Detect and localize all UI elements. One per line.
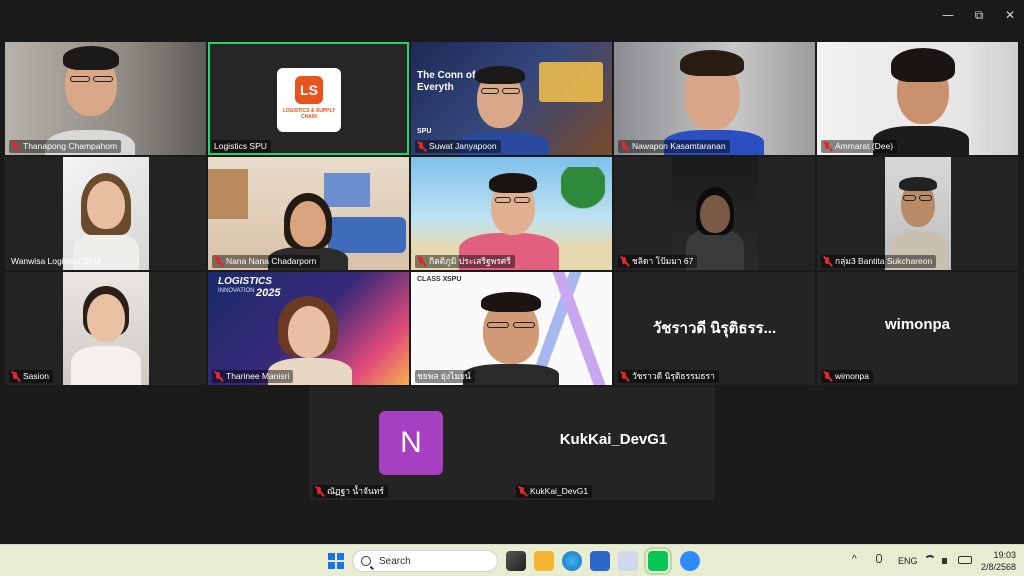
mic-muted-icon	[620, 141, 629, 152]
participant-tile[interactable]: The Conn of Everyth SPU Suwat Janyapoon	[411, 42, 612, 155]
zoom-app-icon[interactable]	[680, 551, 700, 571]
participant-name-label: กิตติภูมิ ประเสริฐพรศรี	[415, 255, 515, 268]
language-indicator[interactable]: ENG	[898, 556, 918, 566]
participant-name-label: wimonpa	[821, 370, 874, 383]
participant-name-label: วัชราวดี นิรุติธรรมธรา	[618, 370, 719, 383]
participant-name-label: Tharinee Manisri	[212, 370, 294, 383]
virtual-background-title: LOGISTICS	[218, 276, 272, 287]
participant-name-label: Wanwisa Logistics SPU	[11, 256, 101, 266]
participant-tile[interactable]: Wanwisa Logistics SPU	[5, 157, 206, 270]
participant-name-label: Nana Nana Chadarporn	[212, 255, 321, 268]
participant-video	[63, 157, 149, 270]
virtual-background-painting	[324, 173, 370, 207]
virtual-background-year: 2025	[256, 287, 281, 299]
virtual-background-sofa	[328, 217, 406, 253]
participant-tile[interactable]: กลุ่ม3 Bantita Sukchareon	[817, 157, 1018, 270]
windows-taskbar: Search ^ ENG 19:03 2/8/2568	[0, 544, 1024, 576]
store-icon[interactable]	[590, 551, 610, 571]
virtual-background-brand: SPU	[417, 128, 432, 135]
participant-display-name: KukKai_DevG1	[559, 431, 668, 448]
participant-name-label: Logistics SPU	[212, 140, 271, 153]
virtual-background-subtitle: INNOVATION	[218, 288, 255, 294]
mic-muted-icon	[823, 141, 832, 152]
participant-tile-video-off[interactable]: N ณัฏฐา น้ำจันทร์ KukKai_DevG1 KukKai_De…	[309, 387, 715, 500]
virtual-background-brand: CLASS X	[417, 276, 448, 283]
virtual-background-banner	[539, 62, 603, 102]
participant-name-label: Nawapon Kasamtaranan	[618, 140, 730, 153]
participant-tile[interactable]: Thanapong Champahom	[5, 42, 206, 155]
file-explorer-icon[interactable]	[534, 551, 554, 571]
participant-tile[interactable]: Nana Nana Chadarporn	[208, 157, 409, 270]
task-view-icon[interactable]	[506, 551, 526, 571]
clock-date: 2/8/2568	[980, 562, 1016, 572]
participant-video	[885, 157, 951, 270]
participant-name-label: Suwat Janyapoon	[415, 140, 501, 153]
mic-muted-icon	[417, 256, 426, 267]
participant-tile[interactable]: CLASS X SPU ชยพล ยุ่งไมยน์	[411, 272, 612, 385]
participant-tile-video-off[interactable]: wimonpa wimonpa	[817, 272, 1018, 385]
participant-name-label: ชยพล ยุ่งไมยน์	[415, 370, 475, 383]
participant-name-label: ณัฏฐา น้ำจันทร์	[313, 485, 388, 498]
participant-tile-active-speaker[interactable]: LS LOGISTICS & SUPPLY CHAIN Logistics SP…	[208, 42, 409, 155]
participant-tile[interactable]: Sasion	[5, 272, 206, 385]
snipping-tool-icon[interactable]	[618, 551, 638, 571]
microphone-icon[interactable]	[872, 554, 886, 568]
mic-muted-icon	[214, 256, 223, 267]
virtual-background-palm	[561, 167, 605, 257]
participant-name-label: Thanapong Champahom	[9, 140, 122, 153]
participant-tile[interactable]: LOGISTICS INNOVATION 2025 Tharinee Manis…	[208, 272, 409, 385]
participant-avatar: N	[379, 411, 443, 475]
mic-muted-icon	[518, 486, 527, 497]
taskbar-search[interactable]: Search	[352, 550, 498, 572]
mic-muted-icon	[823, 256, 832, 267]
mic-muted-icon	[823, 371, 832, 382]
participant-tile[interactable]: กิตติภูมิ ประเสริฐพรศรี	[411, 157, 612, 270]
mic-muted-icon	[620, 371, 629, 382]
clock-time: 19:03	[993, 550, 1016, 560]
taskbar-clock[interactable]: 19:03 2/8/2568	[981, 549, 1016, 573]
show-hidden-icons-chevron[interactable]: ^	[852, 554, 857, 565]
participant-video	[672, 157, 758, 270]
participant-name-label: กลุ่ม3 Bantita Sukchareon	[821, 255, 937, 268]
mic-muted-icon	[315, 486, 324, 497]
participant-tile-video-off[interactable]: วัชราวดี นิรุติธรร... วัชราวดี นิรุติธรร…	[614, 272, 815, 385]
virtual-background-text: The Conn of Everyth	[417, 70, 476, 93]
virtual-background-shelf	[208, 169, 248, 219]
participant-tile[interactable]: ชลิดา โป้มมา 67	[614, 157, 815, 270]
search-icon	[361, 556, 371, 566]
mic-muted-icon	[417, 141, 426, 152]
window-titlebar: — ⧉ ✕	[0, 0, 1024, 30]
battery-icon[interactable]	[958, 556, 972, 564]
mic-muted-icon	[214, 371, 223, 382]
participant-display-name: wimonpa	[884, 316, 950, 333]
participant-name-label: Ammarat (Dee)	[821, 140, 898, 153]
video-gallery: Thanapong Champahom LS LOGISTICS & SUPPL…	[0, 42, 1024, 502]
search-placeholder: Search	[379, 555, 411, 567]
participant-tile-video-off[interactable]: KukKai_DevG1 KukKai_DevG1	[512, 387, 715, 500]
participant-video	[63, 272, 149, 385]
virtual-background-brand-2: SPU	[447, 276, 462, 283]
mic-muted-icon	[11, 371, 20, 382]
participant-tile[interactable]: Nawapon Kasamtaranan	[614, 42, 815, 155]
participant-name-label: ชลิดา โป้มมา 67	[618, 255, 698, 268]
mic-muted-icon	[620, 256, 629, 267]
participant-tile[interactable]: Ammarat (Dee)	[817, 42, 1018, 155]
wifi-icon[interactable]	[924, 555, 936, 567]
start-button[interactable]	[326, 551, 346, 571]
participant-display-name: วัชราวดี นิรุติธรร...	[652, 320, 777, 337]
close-button[interactable]: ✕	[992, 4, 1024, 26]
participant-name-label: Sasion	[9, 370, 53, 383]
mic-muted-icon	[11, 141, 20, 152]
logistics-spu-logo: LS LOGISTICS & SUPPLY CHAIN	[277, 68, 341, 132]
participant-name-label: KukKai_DevG1	[516, 485, 593, 498]
edge-browser-icon[interactable]	[562, 551, 582, 571]
volume-icon[interactable]	[942, 555, 954, 567]
line-app-icon[interactable]	[644, 547, 672, 575]
